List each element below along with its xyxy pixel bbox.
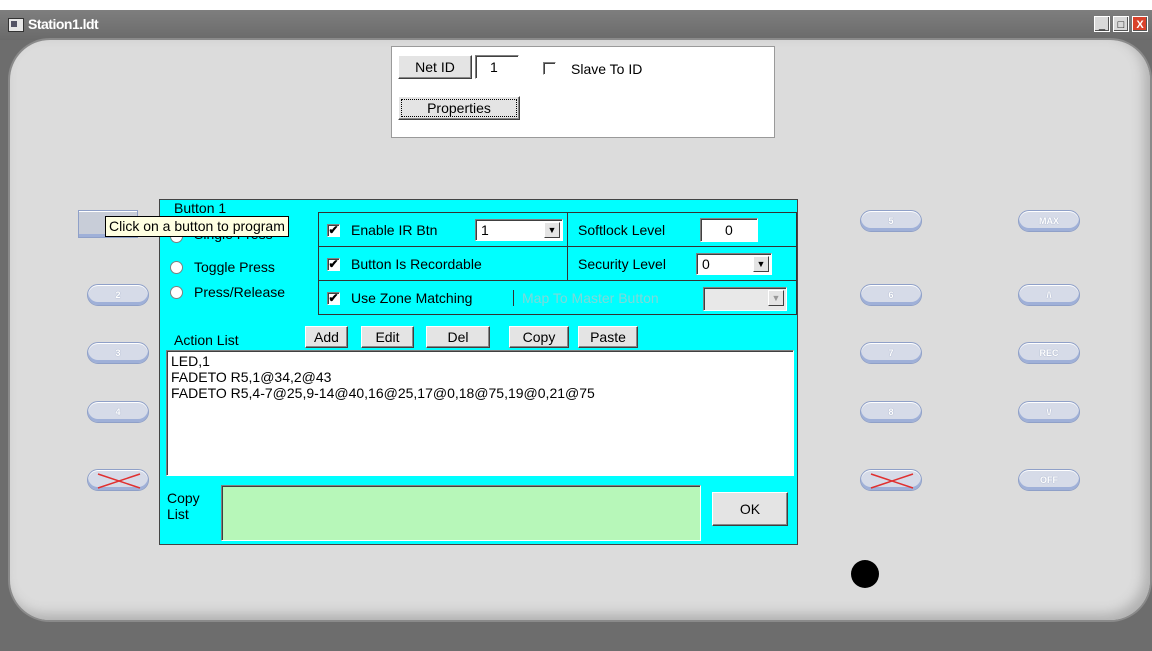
station-button-7[interactable]: 7 xyxy=(860,342,922,364)
x-icon xyxy=(97,473,141,489)
window-title: Station1.ldt xyxy=(28,16,99,32)
slave-to-id-checkbox[interactable] xyxy=(543,62,556,75)
copy-button[interactable]: Copy xyxy=(509,326,569,348)
list-item[interactable]: LED,1 xyxy=(171,353,789,369)
restore-button[interactable]: □ xyxy=(1113,16,1129,32)
security-label: Security Level xyxy=(578,256,666,272)
recordable-label: Button Is Recordable xyxy=(351,256,482,272)
edit-button[interactable]: Edit xyxy=(361,326,414,348)
properties-button[interactable]: Properties xyxy=(398,96,520,120)
security-select[interactable]: 0 ▼ xyxy=(696,253,772,275)
station-button-2[interactable]: 2 xyxy=(87,284,149,306)
up-button[interactable]: /\ xyxy=(1018,284,1080,306)
ir-sensor-dot xyxy=(851,560,879,588)
disabled-button-middle[interactable] xyxy=(860,469,922,491)
copy-list-label-line2: List xyxy=(167,506,189,522)
action-list[interactable]: LED,1 FADETO R5,1@34,2@43 FADETO R5,4-7@… xyxy=(166,350,794,476)
station-button-8[interactable]: 8 xyxy=(860,401,922,423)
net-id-field[interactable]: 1 xyxy=(475,55,519,79)
radio-press-release[interactable] xyxy=(170,286,183,299)
copy-list-box[interactable] xyxy=(221,485,701,541)
station-button-5[interactable]: 5 xyxy=(860,210,922,232)
dropdown-arrow-icon[interactable]: ▼ xyxy=(753,256,769,272)
off-button[interactable]: OFF xyxy=(1018,469,1080,491)
x-icon xyxy=(870,473,914,489)
down-button[interactable]: \/ xyxy=(1018,401,1080,423)
paste-button[interactable]: Paste xyxy=(578,326,638,348)
ir-button-value: 1 xyxy=(481,222,489,238)
zone-matching-checkbox[interactable]: ✔ xyxy=(327,292,340,305)
button-group-title: Button 1 xyxy=(174,200,227,216)
slave-to-id-label: Slave To ID xyxy=(571,61,643,77)
list-item[interactable]: FADETO R5,1@34,2@43 xyxy=(171,369,789,385)
dropdown-arrow-icon[interactable]: ▼ xyxy=(544,222,560,238)
softlock-field[interactable]: 0 xyxy=(700,218,758,242)
ok-button[interactable]: OK xyxy=(712,492,788,526)
ir-button-select[interactable]: 1 ▼ xyxy=(475,219,563,241)
net-settings-box: Net ID 1 Slave To ID Properties xyxy=(391,46,775,138)
map-master-select[interactable]: ▼ xyxy=(703,287,787,311)
station-button-3[interactable]: 3 xyxy=(87,342,149,364)
press-release-label: Press/Release xyxy=(194,284,286,300)
enable-ir-label: Enable IR Btn xyxy=(351,222,438,238)
title-bar[interactable]: Station1.ldt _ □ X xyxy=(0,10,1152,40)
rec-button[interactable]: REC xyxy=(1018,342,1080,364)
disabled-button-left[interactable] xyxy=(87,469,149,491)
add-button[interactable]: Add xyxy=(305,326,348,348)
recordable-checkbox[interactable]: ✔ xyxy=(327,258,340,271)
radio-toggle-press[interactable] xyxy=(170,261,183,274)
softlock-cell: Softlock Level 0 xyxy=(567,212,797,247)
action-list-label: Action List xyxy=(174,332,239,348)
copy-list-label: Copy List xyxy=(167,490,200,522)
close-button[interactable]: X xyxy=(1132,16,1148,32)
map-master-label: Map To Master Button xyxy=(513,290,659,306)
del-button[interactable]: Del xyxy=(426,326,490,348)
zone-cell: ✔ Use Zone Matching Map To Master Button… xyxy=(318,280,797,315)
security-cell: Security Level 0 ▼ xyxy=(567,246,797,281)
recordable-cell: ✔ Button Is Recordable xyxy=(318,246,568,281)
station-button-4[interactable]: 4 xyxy=(87,401,149,423)
enable-ir-checkbox[interactable]: ✔ xyxy=(327,224,340,237)
security-value: 0 xyxy=(702,256,710,272)
max-button[interactable]: MAX xyxy=(1018,210,1080,232)
net-id-button[interactable]: Net ID xyxy=(398,55,472,79)
dropdown-arrow-icon[interactable]: ▼ xyxy=(768,290,784,306)
toggle-press-label: Toggle Press xyxy=(194,259,275,275)
tooltip: Click on a button to program xyxy=(105,216,289,237)
ir-cell: ✔ Enable IR Btn 1 ▼ xyxy=(318,212,568,247)
softlock-label: Softlock Level xyxy=(578,222,666,238)
app-icon xyxy=(8,18,24,32)
station-button-6[interactable]: 6 xyxy=(860,284,922,306)
list-item[interactable]: FADETO R5,4-7@25,9-14@40,16@25,17@0,18@7… xyxy=(171,385,789,401)
zone-matching-label: Use Zone Matching xyxy=(351,290,473,306)
copy-list-label-line1: Copy xyxy=(167,490,200,506)
minimize-button[interactable]: _ xyxy=(1094,16,1110,32)
